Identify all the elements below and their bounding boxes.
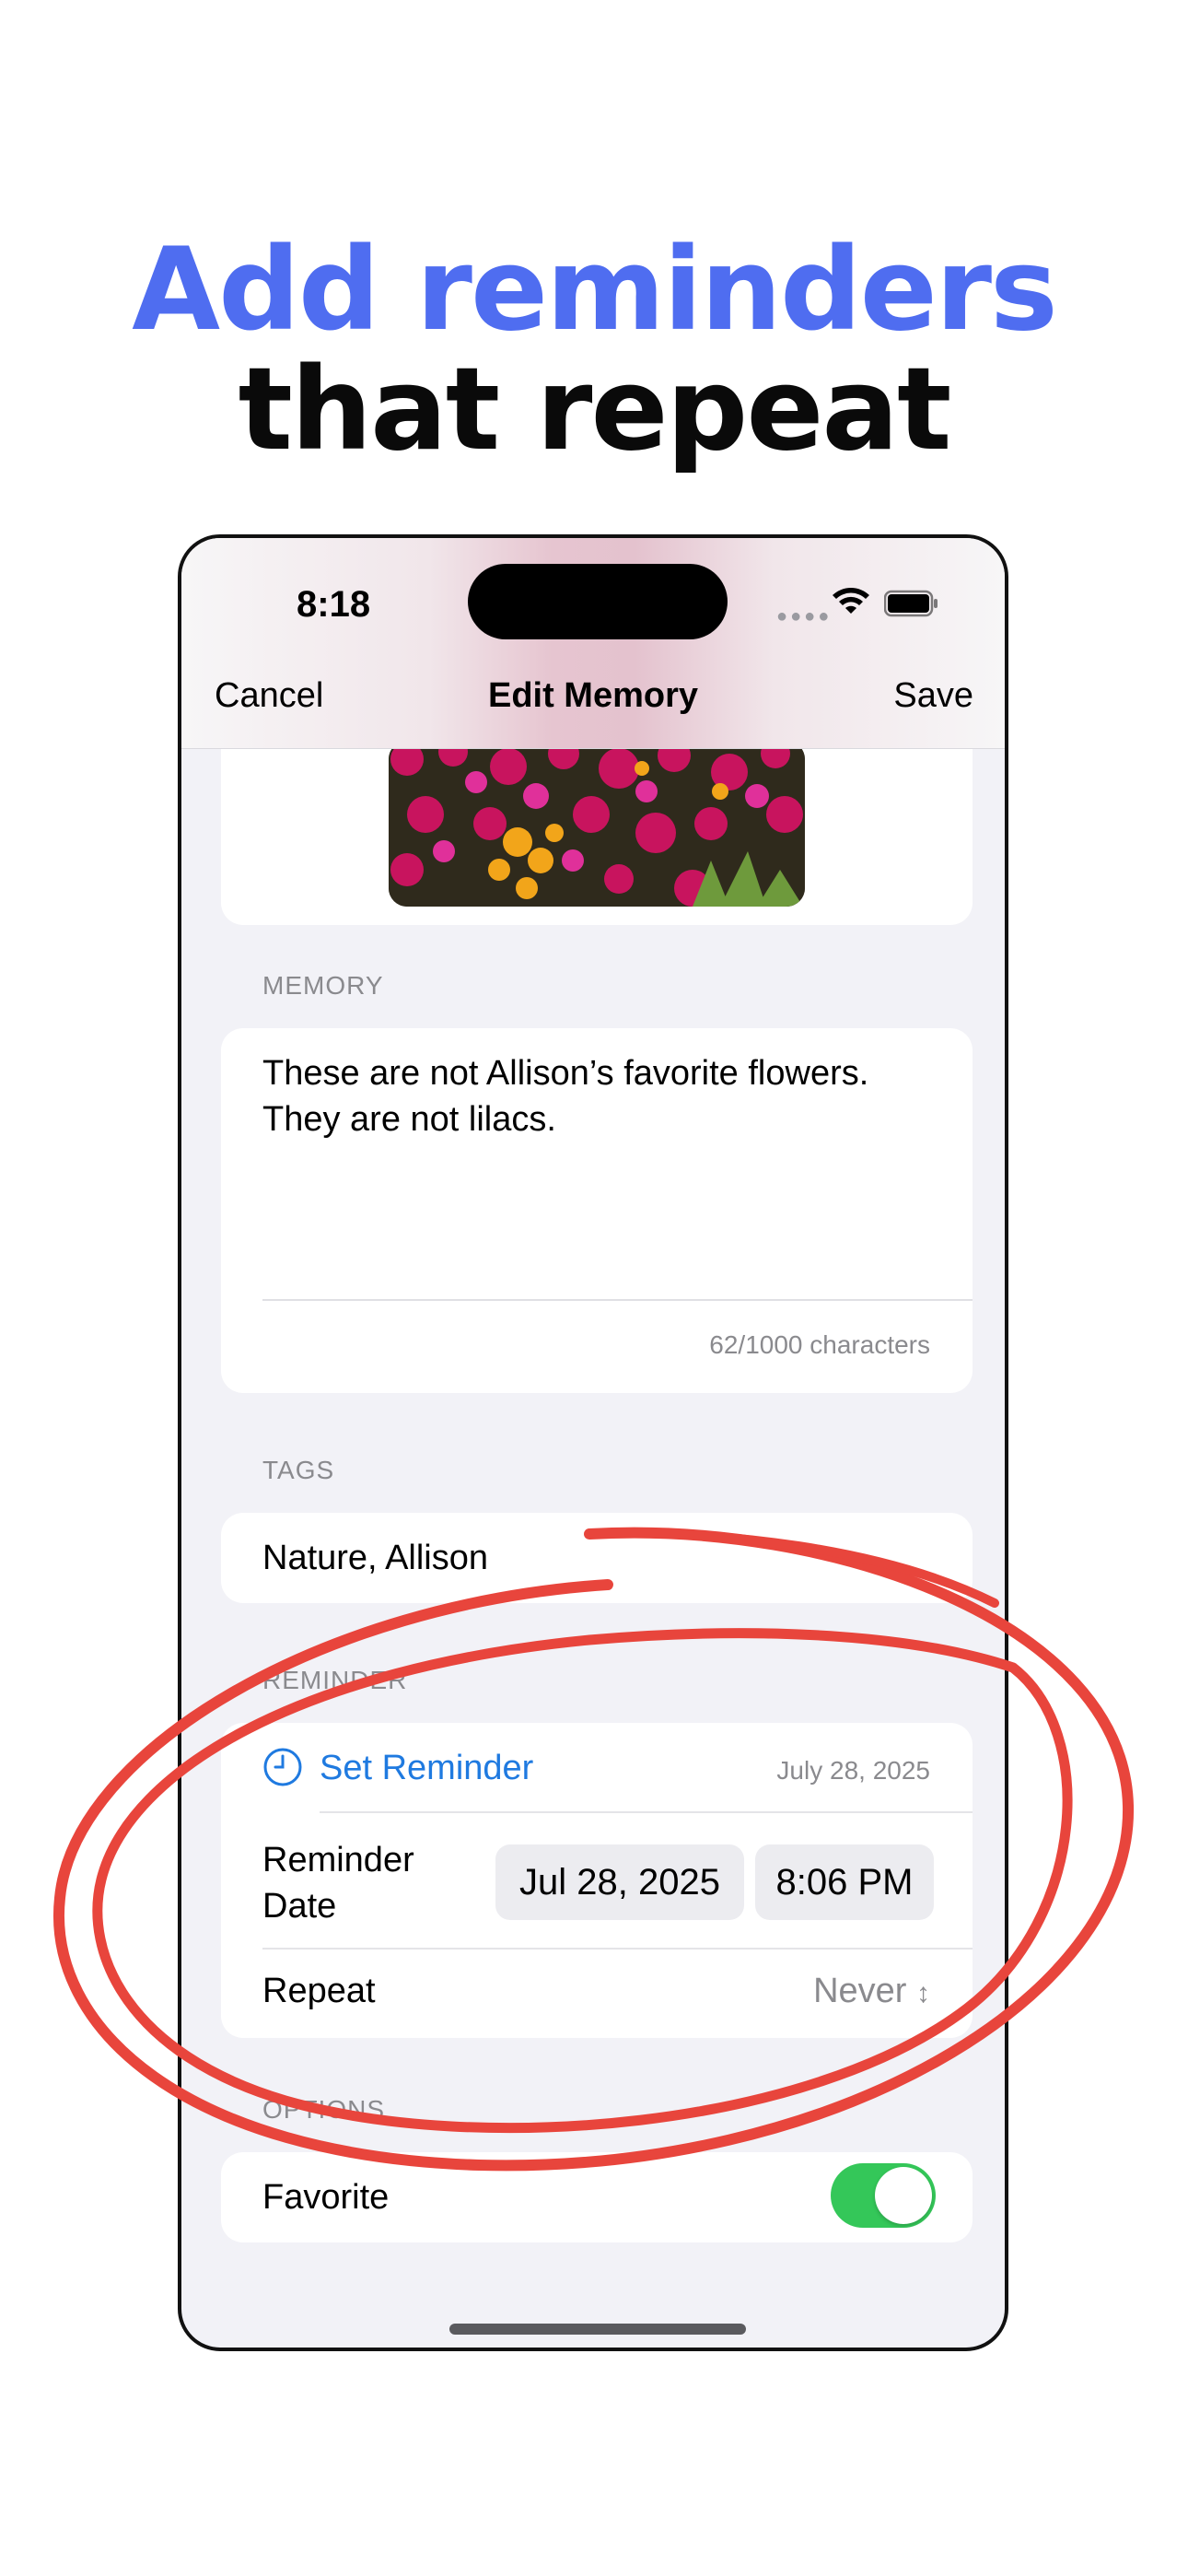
toggle-knob <box>875 2167 932 2224</box>
reminder-section-label: REMINDER <box>262 1666 408 1694</box>
headline-line-1: Add reminders <box>132 224 1058 357</box>
phone-frame: 8:18 ●●●● Cancel Edit Memory Save MEMORY… <box>178 534 1008 2351</box>
headline-line-2: that repeat <box>238 344 952 477</box>
flowers-image <box>389 741 805 907</box>
character-count: 62/1000 characters <box>709 1330 930 1359</box>
repeat-label: Repeat <box>262 1972 376 2010</box>
reminder-date-label-line: Reminder <box>262 1841 414 1879</box>
home-indicator <box>449 2324 746 2335</box>
dynamic-island <box>468 564 728 639</box>
favorite-toggle[interactable] <box>831 2163 936 2228</box>
memory-text-line: These are not Allison’s favorite flowers… <box>262 1054 869 1093</box>
divider <box>262 1299 973 1301</box>
divider <box>320 1811 973 1813</box>
reminder-date-summary: July 28, 2025 <box>776 1756 930 1785</box>
divider <box>262 1948 973 1950</box>
battery-icon <box>884 590 938 617</box>
chevron-up-down-icon: ↕ <box>916 1978 930 2008</box>
memory-card: These are not Allison’s favorite flowers… <box>221 1028 973 1393</box>
reminder-date-label-line: Date <box>262 1887 337 1926</box>
clock-icon <box>263 1748 302 1786</box>
memory-text-field[interactable]: These are not Allison’s favorite flowers… <box>262 1050 868 1142</box>
tags-field[interactable]: Nature, Allison <box>262 1539 488 1578</box>
headline: Add reminders that repeat <box>0 224 1188 477</box>
options-section-label: OPTIONS <box>262 2095 386 2124</box>
navigation-bar: 8:18 ●●●● Cancel Edit Memory Save <box>181 538 1005 749</box>
memory-section-label: MEMORY <box>262 971 384 1000</box>
reminder-card: Set Reminder July 28, 2025 Reminder Date… <box>221 1723 973 2038</box>
repeat-picker[interactable]: Never ↕ <box>813 1972 930 2011</box>
cancel-button[interactable]: Cancel <box>215 676 323 716</box>
reminder-time-picker[interactable]: 8:06 PM <box>755 1844 934 1920</box>
save-button[interactable]: Save <box>893 676 973 716</box>
signal-icon: ●●●● <box>776 606 833 626</box>
memory-text-line: They are not lilacs. <box>262 1100 556 1139</box>
reminder-date-picker[interactable]: Jul 28, 2025 <box>495 1844 744 1920</box>
memory-photo[interactable] <box>389 741 805 907</box>
tags-card[interactable]: Nature, Allison <box>221 1513 973 1603</box>
tags-section-label: TAGS <box>262 1456 335 1484</box>
favorite-label: Favorite <box>262 2178 390 2217</box>
status-time: 8:18 <box>297 584 371 625</box>
wifi-icon <box>833 588 869 614</box>
options-card: Favorite <box>221 2152 973 2242</box>
set-reminder-button[interactable]: Set Reminder <box>320 1749 533 1788</box>
reminder-date-label: Reminder Date <box>262 1837 414 1929</box>
repeat-value: Never <box>813 1972 907 2010</box>
